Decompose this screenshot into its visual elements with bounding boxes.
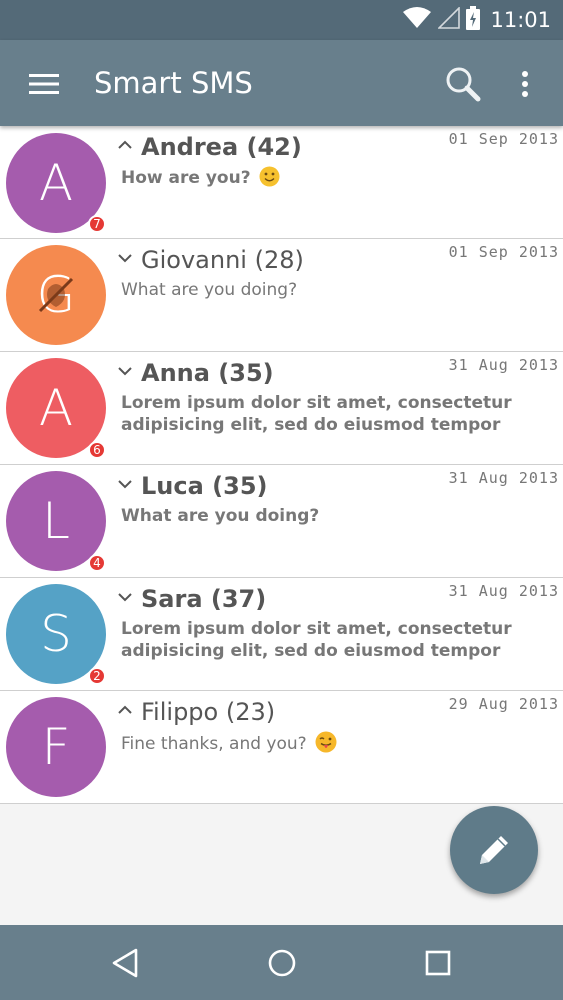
message-date: 01 Sep 2013	[448, 130, 559, 148]
message-date: 29 Aug 2013	[448, 695, 559, 713]
contact-name: Giovanni (28)	[141, 246, 304, 274]
navigation-bar	[0, 925, 563, 1000]
tongue-emoji-icon	[315, 731, 337, 759]
unread-badge: 6	[88, 441, 106, 459]
avatar-initial: F	[41, 718, 71, 776]
avatar[interactable]: F	[6, 697, 106, 797]
recents-icon	[425, 950, 451, 976]
conversation-row[interactable]: S 2 Sara (37) 31 Aug 2013 Lorem ipsum do…	[0, 578, 563, 691]
message-preview: Fine thanks, and you?	[121, 731, 559, 759]
status-time: 11:01	[490, 8, 551, 32]
message-date: 31 Aug 2013	[448, 356, 559, 374]
message-preview-text: Fine thanks, and you?	[121, 734, 307, 754]
conversation-row[interactable]: G Giovanni (28) 01 Sep 2013 What are you…	[0, 239, 563, 352]
chevron-down-icon[interactable]	[117, 251, 133, 265]
message-preview: How are you?	[121, 166, 559, 193]
unread-badge: 7	[88, 215, 106, 233]
avatar-initial: A	[38, 154, 74, 212]
smile-emoji-icon	[259, 166, 280, 193]
search-icon	[446, 67, 481, 102]
conversation-row[interactable]: A 6 Anna (35) 31 Aug 2013 Lorem ipsum do…	[0, 352, 563, 465]
message-preview: What are you doing?	[121, 280, 298, 300]
conversation-list: A 7 Andrea (42) 01 Sep 2013 How are you?…	[0, 126, 563, 804]
avatar-initial: L	[42, 492, 70, 550]
message-preview-text: How are you?	[121, 168, 251, 188]
menu-icon	[29, 74, 59, 94]
message-date: 31 Aug 2013	[448, 582, 559, 600]
chevron-up-icon[interactable]	[117, 138, 133, 152]
message-date: 01 Sep 2013	[448, 243, 559, 261]
conversation-row[interactable]: A 7 Andrea (42) 01 Sep 2013 How are you?	[0, 126, 563, 239]
unread-badge: 4	[88, 554, 106, 572]
compose-button[interactable]	[450, 806, 538, 894]
pencil-icon	[480, 836, 508, 864]
recents-button[interactable]	[418, 943, 458, 983]
message-preview: Lorem ipsum dolor sit amet, consectetur …	[121, 619, 512, 661]
message-date: 31 Aug 2013	[448, 469, 559, 487]
back-button[interactable]	[105, 943, 145, 983]
message-preview: Lorem ipsum dolor sit amet, consectetur …	[121, 393, 512, 435]
status-bar: 11:01	[0, 0, 563, 40]
contact-name: Sara (37)	[141, 585, 267, 613]
contact-name: Luca (35)	[141, 472, 268, 500]
blocked-contact-icon	[38, 277, 74, 313]
more-options-button[interactable]	[508, 62, 542, 106]
home-button[interactable]	[262, 943, 302, 983]
avatar-initial: A	[38, 379, 74, 437]
back-icon	[112, 948, 138, 978]
conversation-row[interactable]: L 4 Luca (35) 31 Aug 2013 What are you d…	[0, 465, 563, 578]
app-title: Smart SMS	[94, 66, 253, 100]
contact-name: Andrea (42)	[141, 133, 302, 161]
unread-badge: 2	[88, 667, 106, 685]
chevron-down-icon[interactable]	[117, 364, 133, 378]
message-preview: What are you doing?	[121, 506, 320, 526]
avatar-initial: S	[40, 605, 72, 663]
app-bar: Smart SMS	[0, 40, 563, 126]
menu-button[interactable]	[22, 64, 66, 104]
home-icon	[268, 949, 296, 977]
battery-charging-icon	[466, 5, 481, 35]
avatar[interactable]: G	[6, 245, 106, 345]
chevron-up-icon[interactable]	[117, 703, 133, 717]
chevron-down-icon[interactable]	[117, 477, 133, 491]
contact-name: Filippo (23)	[141, 698, 276, 726]
contact-name: Anna (35)	[141, 359, 274, 387]
signal-icon	[437, 5, 461, 34]
chevron-down-icon[interactable]	[117, 590, 133, 604]
more-vert-icon	[522, 71, 528, 97]
conversation-row[interactable]: F Filippo (23) 29 Aug 2013 Fine thanks, …	[0, 691, 563, 804]
wifi-icon	[402, 6, 432, 34]
search-button[interactable]	[440, 62, 486, 106]
status-icons: 11:01	[402, 0, 551, 40]
